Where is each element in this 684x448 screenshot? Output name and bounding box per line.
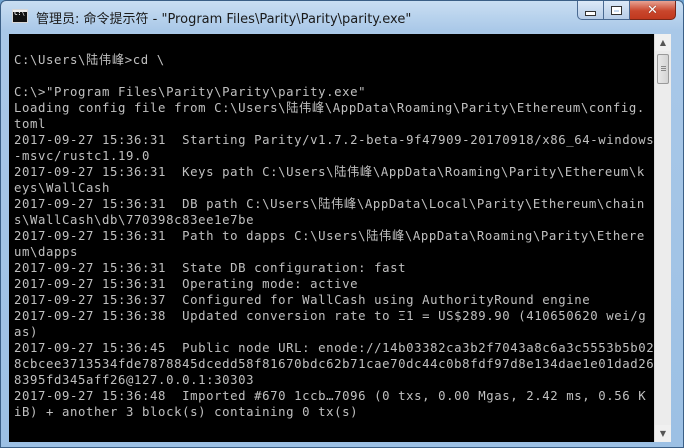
console-line: 2017-09-27 15:36:38 Updated conversion r…: [14, 309, 647, 323]
console-line: C:\Users\陆伟峰>cd \: [14, 53, 165, 67]
console-line: s\WallCash\db\770398c83ee1e7be: [14, 213, 255, 227]
scroll-up-button[interactable]: ▲: [655, 34, 671, 51]
chevron-up-icon: ▲: [659, 38, 667, 47]
console-line: 2017-09-27 15:36:31 Starting Parity/v1.7…: [14, 133, 654, 147]
thumb-grip: [661, 70, 666, 71]
console-line: eys\WallCash: [14, 181, 111, 195]
window-title: 管理员: 命令提示符 - "Program Files\Parity\Parit…: [36, 12, 412, 27]
maximize-icon: [611, 5, 622, 15]
minimize-icon: [585, 10, 596, 16]
console-line: 2017-09-27 15:36:31 State DB configurati…: [14, 261, 407, 275]
console-window: 管理员: 命令提示符 - "Program Files\Parity\Parit…: [0, 0, 684, 448]
console-line: as): [14, 325, 39, 339]
console-line: um\dapps: [14, 245, 79, 259]
thumb-grip: [661, 66, 666, 67]
console-line: 8395fd345aff26@127.0.0.1:30303: [14, 373, 255, 387]
console-line: C:\>"Program Files\Parity\Parity\parity.…: [14, 85, 367, 99]
console-line: 2017-09-27 15:36:31 Operating mode: acti…: [14, 277, 359, 291]
console-line: 2017-09-27 15:36:37 Configured for WallC…: [14, 293, 591, 307]
thumb-grip: [661, 68, 666, 69]
console-line: 2017-09-27 15:36:45 Public node URL: eno…: [14, 341, 654, 355]
console-line: 8cbcee3713534fde7878845dcedd58f81670bdc6…: [14, 357, 654, 371]
console-output[interactable]: C:\Users\陆伟峰>cd \ C:\>"Program Files\Pari…: [14, 52, 654, 442]
minimize-button[interactable]: [577, 1, 604, 20]
scroll-thumb[interactable]: [657, 54, 669, 84]
console-line: 2017-09-27 15:36:31 DB path C:\Users\陆伟峰…: [14, 197, 645, 211]
console-line: Loading config file from C:\Users\陆伟峰\Ap…: [14, 101, 645, 115]
console-line: 2017-09-27 15:36:48 Imported #670 1ccb…7…: [14, 389, 647, 403]
console-line: iB) + another 3 block(s) containing 0 tx…: [14, 405, 359, 419]
vertical-scrollbar[interactable]: ▲ ▼: [654, 34, 671, 442]
maximize-button[interactable]: [604, 1, 630, 20]
console-line: 2017-09-27 15:36:31 Keys path C:\Users\陆…: [14, 165, 645, 179]
scroll-down-button[interactable]: ▼: [655, 425, 671, 442]
console-line: 2017-09-27 15:36:31 Path to dapps C:\Use…: [14, 229, 645, 243]
caption-buttons: ✕: [577, 1, 676, 21]
title-bar[interactable]: 管理员: 命令提示符 - "Program Files\Parity\Parit…: [1, 1, 683, 33]
cmd-icon[interactable]: [12, 9, 28, 23]
chevron-down-icon: ▼: [659, 429, 667, 438]
console-area[interactable]: C:\Users\陆伟峰>cd \ C:\>"Program Files\Pari…: [9, 34, 671, 442]
console-line: -msvc/rustc1.19.0: [14, 149, 151, 163]
console-line: toml: [14, 117, 47, 131]
close-icon: ✕: [647, 2, 658, 18]
close-button[interactable]: ✕: [630, 1, 676, 20]
